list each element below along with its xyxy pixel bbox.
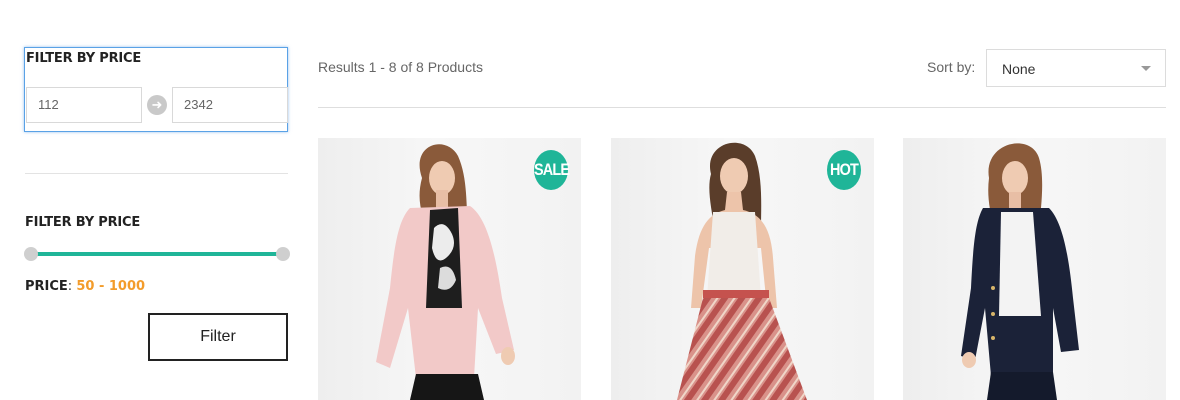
- sort-label: Sort by:: [927, 59, 976, 75]
- sidebar-divider: [25, 173, 288, 174]
- toolbar-divider: [318, 107, 1166, 108]
- price-range-text: PRICE: 50 - 1000: [25, 279, 145, 294]
- results-count: Results 1 - 8 of 8 Products: [318, 59, 483, 75]
- price-range-value: 50 - 1000: [76, 279, 146, 294]
- price-slider-max-handle[interactable]: [276, 247, 290, 261]
- sort-select[interactable]: None: [986, 49, 1166, 87]
- chevron-down-icon: [1141, 66, 1151, 71]
- product-card[interactable]: SALE: [318, 138, 581, 400]
- max-price-input[interactable]: 2342: [172, 87, 288, 123]
- price-slider-track[interactable]: [32, 252, 284, 256]
- product-card[interactable]: HOT: [611, 138, 874, 400]
- price-slider-title: FILTER BY PRICE: [25, 215, 141, 230]
- price-separator: :: [67, 279, 73, 294]
- filter-button[interactable]: Filter: [148, 313, 288, 361]
- arrow-right-icon: ➜: [147, 95, 167, 115]
- product-image: [961, 143, 1079, 400]
- product-card[interactable]: [903, 138, 1166, 400]
- price-label: PRICE: [25, 279, 68, 294]
- hot-badge: HOT: [827, 150, 861, 190]
- sort-selected-value: None: [1002, 61, 1036, 77]
- sale-badge: SALE: [534, 150, 570, 190]
- price-input-filter: FILTER BY PRICE 112 ➜ 2342: [24, 47, 288, 132]
- price-filter-title: FILTER BY PRICE: [26, 51, 142, 66]
- price-slider-min-handle[interactable]: [24, 247, 38, 261]
- min-price-input[interactable]: 112: [26, 87, 142, 123]
